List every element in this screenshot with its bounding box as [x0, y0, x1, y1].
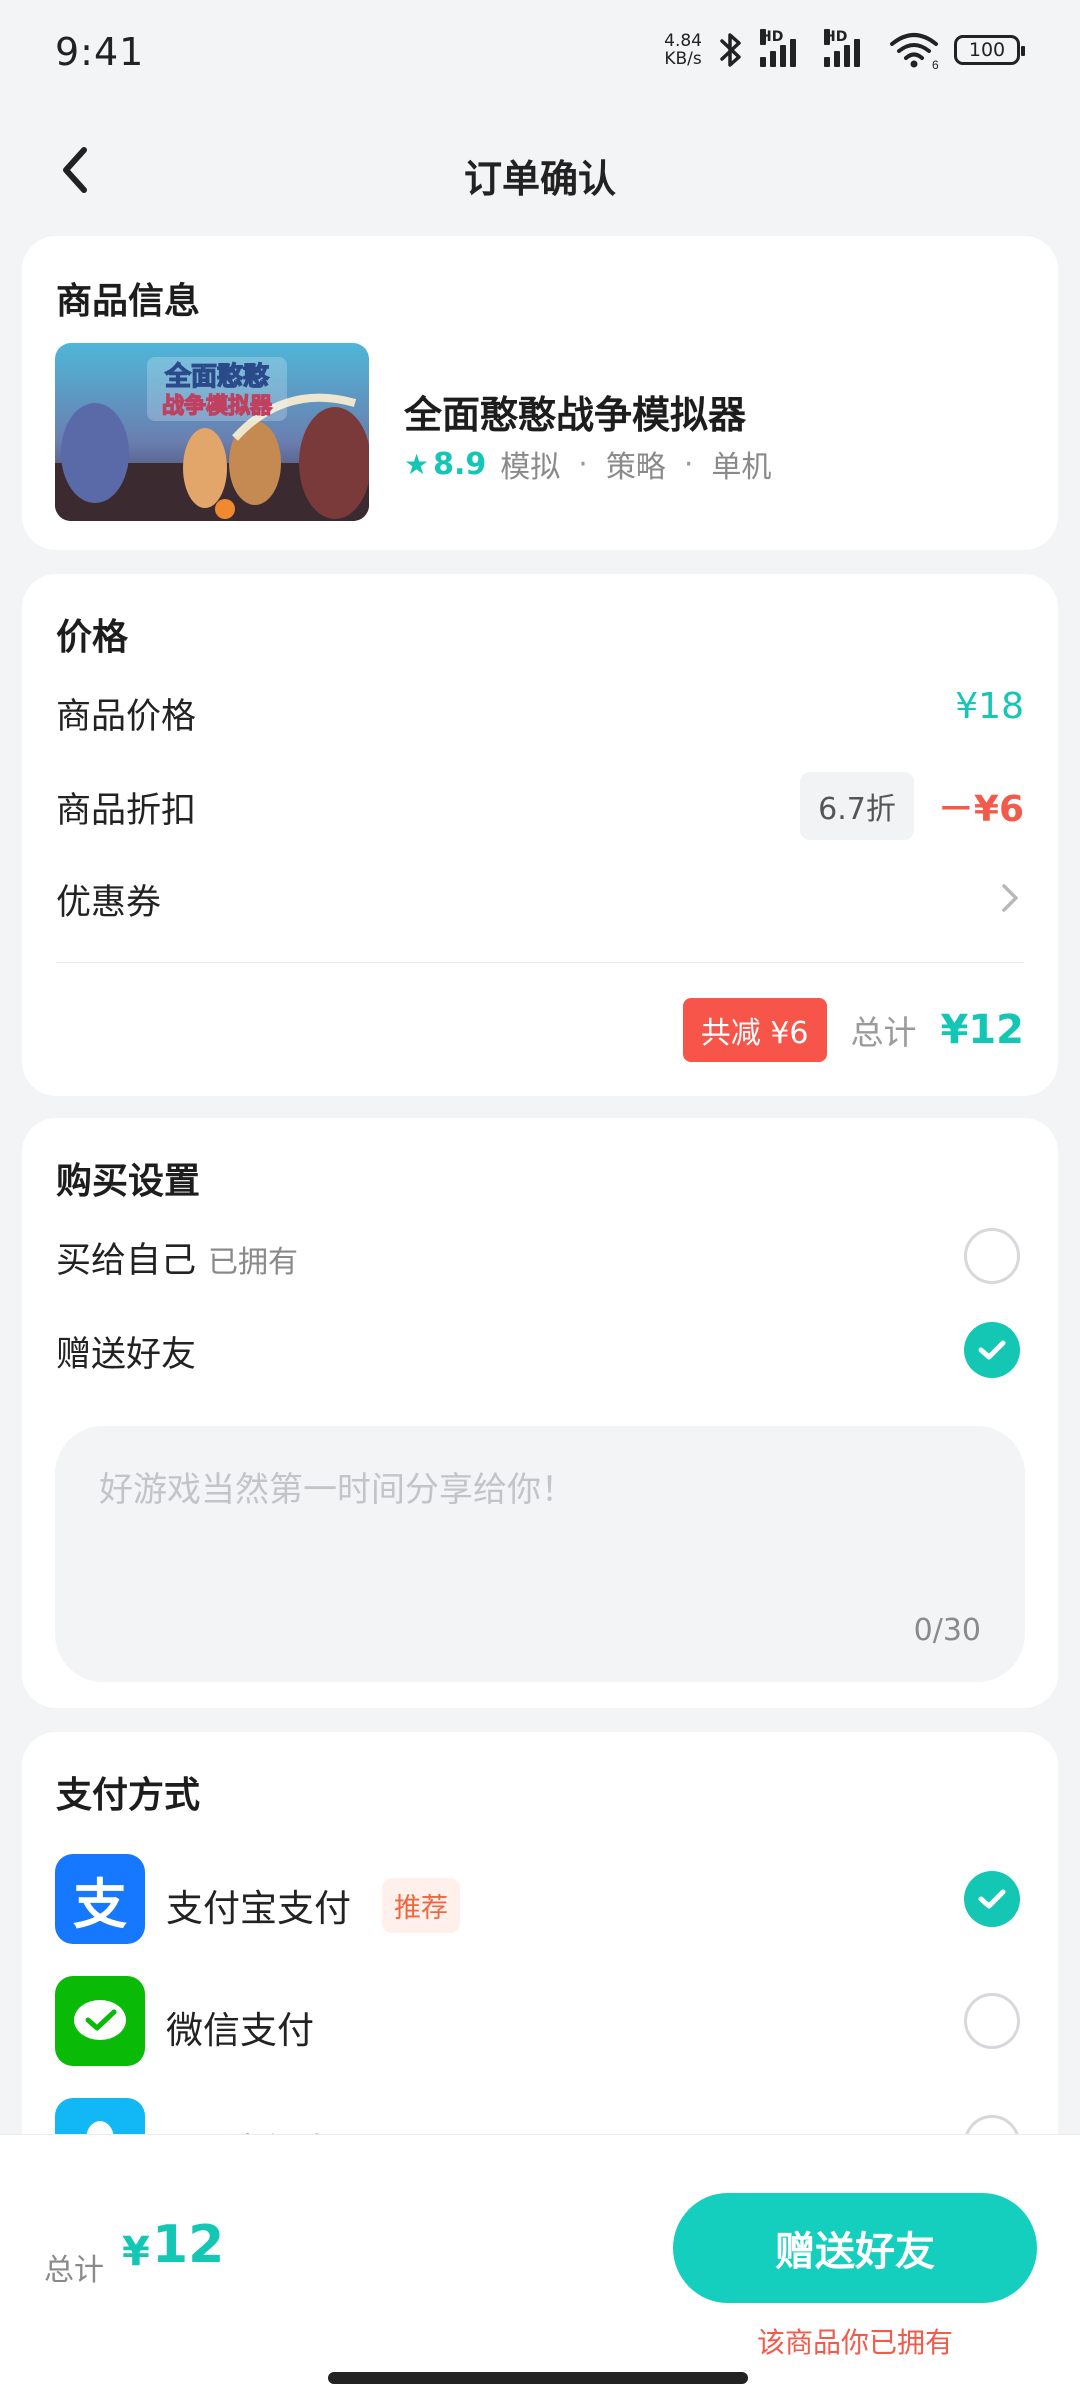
price-section-title: 价格	[56, 617, 129, 658]
gift-message-counter: 0/30	[913, 1613, 981, 1648]
saved-badge: 共减 ¥6	[682, 998, 827, 1062]
buy-for-self-radio[interactable]	[964, 1228, 1020, 1284]
discount-value: －¥6	[937, 789, 1024, 830]
tag-genre-2: 策略	[605, 450, 666, 485]
product-section-title: 商品信息	[56, 281, 201, 322]
svg-text:6: 6	[932, 58, 939, 70]
cellular-signal-2-icon: HD	[824, 29, 874, 67]
tag-genre-1: 模拟	[500, 450, 561, 485]
separator-dot: ·	[683, 446, 694, 482]
wechat-pay-icon	[55, 1976, 145, 2066]
bottom-currency: ¥	[122, 2229, 150, 2275]
battery-icon: 100	[954, 35, 1025, 65]
payment-option-wechat[interactable]: 微信支付	[22, 1976, 1058, 2076]
network-speed: 4.84 KB/s	[664, 31, 702, 69]
gift-message-input[interactable]: 好游戏当然第一时间分享给你！ 0/30	[55, 1426, 1025, 1682]
already-owned-tag: 已拥有	[208, 1245, 299, 1280]
product-name: 全面憨憨战争模拟器	[404, 393, 747, 437]
status-bar: 9:41 4.84 KB/s HD HD 6 100	[0, 0, 1080, 110]
product-meta: ★ 8.9 模拟 · 策略 · 单机	[404, 442, 771, 486]
discount-chip: 6.7折	[800, 772, 914, 840]
svg-text:全面憨憨: 全面憨憨	[164, 361, 270, 392]
bottom-total-value: 12	[152, 2215, 225, 2275]
item-price-label: 商品价格	[56, 697, 197, 737]
svg-text:战争模拟器: 战争模拟器	[162, 393, 273, 419]
separator-dot: ·	[578, 446, 588, 482]
home-indicator[interactable]	[328, 2372, 748, 2384]
star-icon: ★	[404, 447, 430, 481]
check-icon	[978, 1340, 1006, 1360]
recommended-tag: 推荐	[382, 1878, 460, 1933]
wechat-pay-radio[interactable]	[964, 1993, 1020, 2049]
already-owned-note: 该商品你已拥有	[756, 2326, 953, 2359]
chevron-right-icon	[1002, 884, 1018, 912]
discount-row-right: 6.7折 －¥6	[800, 772, 1024, 840]
buy-for-self-label: 买给自己	[56, 1241, 197, 1281]
item-price-row-right: ¥18	[955, 686, 1024, 727]
purchase-settings-card: 购买设置 买给自己 已拥有 赠送好友 好游戏当然第一时间分享给你！ 0/30	[22, 1118, 1058, 1708]
tag-genre-3: 单机	[711, 450, 772, 485]
cellular-signal-icon: HD	[760, 29, 810, 67]
gift-friend-label: 赠送好友	[56, 1335, 197, 1375]
total-label: 总计	[850, 1013, 917, 1052]
price-card: 价格 商品价格 ¥18 商品折扣 6.7折 －¥6 优惠券 共减 ¥6 总计 ¥…	[22, 574, 1058, 1096]
coupon-row[interactable]: 优惠券	[22, 852, 1058, 942]
total-row: 共减 ¥6 总计 ¥12	[682, 998, 1025, 1062]
page-title: 订单确认	[463, 157, 616, 201]
bottom-action-bar: 总计 ¥ 12 赠送好友 该商品你已拥有	[0, 2134, 1080, 2400]
check-icon	[978, 1889, 1006, 1909]
bluetooth-icon	[720, 33, 741, 67]
payment-section-title: 支付方式	[56, 1775, 201, 1816]
bottom-total-label: 总计	[44, 2253, 104, 2288]
buy-for-self-label-wrap: 买给自己 已拥有	[56, 1232, 298, 1283]
wechat-pay-label: 微信支付	[166, 2009, 314, 2052]
gift-friend-button[interactable]: 赠送好友	[673, 2193, 1037, 2303]
alipay-label: 支付宝支付	[166, 1887, 351, 1930]
wifi-icon: 6	[890, 33, 939, 70]
alipay-icon: 支	[55, 1854, 145, 1944]
game-thumbnail[interactable]: 全面憨憨 战争模拟器	[55, 343, 369, 521]
purchase-section-title: 购买设置	[56, 1161, 201, 1202]
alipay-radio[interactable]	[964, 1871, 1020, 1927]
gift-friend-radio[interactable]	[964, 1322, 1020, 1378]
status-icons: 4.84 KB/s HD HD 6 100	[664, 29, 1025, 70]
total-value: ¥12	[940, 1007, 1025, 1053]
product-info-card: 商品信息 全面憨憨 战争模拟器 全面憨憨战争模拟器 ★ 8.9 模拟 · 策略 …	[22, 236, 1058, 550]
payment-option-alipay[interactable]: 支 支付宝支付 推荐	[22, 1854, 1058, 1954]
buy-for-self-option[interactable]: 买给自己 已拥有	[22, 1216, 1058, 1296]
divider	[56, 962, 1024, 963]
item-price-value: ¥18	[955, 686, 1024, 727]
gift-message-placeholder: 好游戏当然第一时间分享给你！	[99, 1470, 575, 1510]
coupon-label: 优惠券	[56, 883, 162, 923]
status-time: 9:41	[55, 30, 145, 74]
rating: ★ 8.9	[404, 446, 487, 482]
discount-label: 商品折扣	[56, 791, 197, 831]
gift-friend-option[interactable]: 赠送好友	[22, 1310, 1058, 1390]
header: 订单确认	[0, 110, 1080, 230]
